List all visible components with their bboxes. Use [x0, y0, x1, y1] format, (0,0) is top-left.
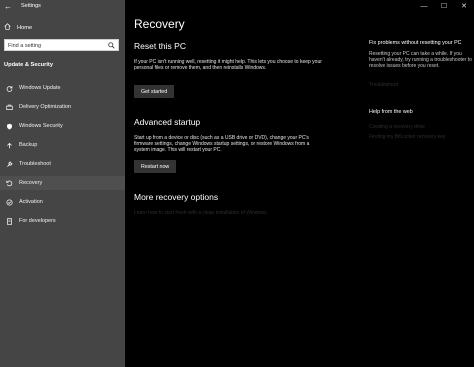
recovery-drive-link[interactable]: Creating a recovery drive — [369, 124, 425, 130]
search-placeholder: Find a setting — [8, 42, 42, 49]
reset-description: If your PC isn't running well, resetting… — [134, 59, 322, 72]
advanced-startup-heading: Advanced startup — [134, 117, 201, 127]
restart-now-button[interactable]: Restart now — [134, 160, 177, 173]
sidebar: ← Settings Home Find a setting Update & … — [0, 0, 125, 367]
fix-problems-heading: Fix problems without resetting your PC — [369, 40, 462, 46]
sidebar-item-label: Delivery Optimization — [19, 104, 71, 110]
reset-heading: Reset this PC — [134, 41, 186, 51]
developer-icon — [4, 216, 14, 226]
search-icon — [108, 42, 115, 49]
sidebar-item-windows-update[interactable]: Windows Update — [0, 81, 125, 95]
check-circle-icon — [4, 197, 14, 207]
minimize-button[interactable]: — — [414, 0, 434, 12]
shield-icon — [4, 121, 14, 131]
delivery-icon — [4, 102, 14, 112]
sidebar-item-recovery[interactable]: Recovery — [0, 176, 125, 190]
sync-icon — [4, 83, 14, 93]
bitlocker-key-link[interactable]: Finding my BitLocker recovery key — [369, 134, 445, 140]
clean-install-link[interactable]: Learn how to start fresh with a clean in… — [134, 210, 267, 216]
sidebar-item-label: Recovery — [19, 180, 43, 186]
maximize-button[interactable]: ☐ — [434, 0, 454, 12]
get-started-button[interactable]: Get started — [134, 85, 175, 98]
sidebar-item-label: Windows Security — [19, 123, 63, 129]
advanced-startup-description: Start up from a device or disc (such as … — [134, 135, 310, 154]
sidebar-item-label: Backup — [19, 142, 38, 148]
home-label: Home — [17, 24, 33, 31]
app-title: Settings — [21, 2, 41, 9]
sidebar-item-backup[interactable]: Backup — [0, 138, 125, 152]
sidebar-item-label: Troubleshoot — [19, 161, 51, 167]
home-icon — [4, 23, 11, 32]
sidebar-item-activation[interactable]: Activation — [0, 195, 125, 209]
search-input[interactable]: Find a setting — [4, 39, 119, 51]
backup-icon — [4, 140, 14, 150]
sidebar-item-delivery-optimization[interactable]: Delivery Optimization — [0, 100, 125, 114]
sidebar-item-for-developers[interactable]: For developers — [0, 214, 125, 228]
back-button[interactable]: ← — [4, 2, 12, 11]
title-bar: ← Settings — [0, 0, 125, 12]
sidebar-item-label: Activation — [19, 199, 43, 205]
sidebar-item-label: Windows Update — [19, 85, 61, 91]
sidebar-item-troubleshoot[interactable]: Troubleshoot — [0, 157, 125, 171]
more-recovery-heading: More recovery options — [134, 192, 219, 202]
fix-problems-text: Resetting your PC can take a while. If y… — [369, 51, 472, 69]
help-heading: Help from the web — [369, 109, 413, 115]
nav-home[interactable]: Home — [4, 23, 32, 32]
main-content: — ☐ ✕ Recovery Reset this PC If your PC … — [125, 0, 474, 367]
recovery-icon — [4, 178, 14, 188]
sidebar-item-label: For developers — [19, 218, 56, 224]
section-title: Update & Security — [4, 62, 53, 68]
sidebar-item-windows-security[interactable]: Windows Security — [0, 119, 125, 133]
close-button[interactable]: ✕ — [454, 0, 474, 12]
wrench-icon — [4, 159, 14, 169]
page-title: Recovery — [134, 17, 185, 31]
troubleshoot-link[interactable]: Troubleshoot — [369, 82, 398, 88]
